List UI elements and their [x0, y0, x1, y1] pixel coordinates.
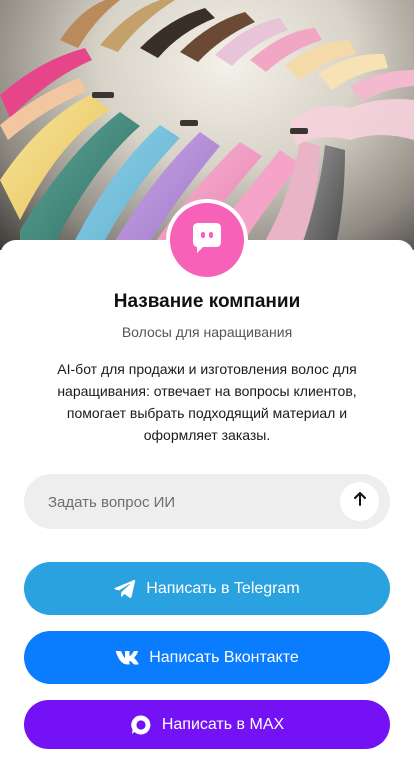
send-button[interactable] — [340, 482, 379, 521]
write-vk-button[interactable]: Написать Вконтакте — [24, 631, 390, 684]
ask-ai-input[interactable] — [48, 491, 328, 513]
write-telegram-button[interactable]: Написать в Telegram — [24, 562, 390, 615]
write-max-button[interactable]: Написать в MAX — [24, 700, 390, 749]
write-telegram-label: Написать в Telegram — [146, 579, 300, 597]
arrow-up-icon — [352, 491, 368, 512]
write-vk-label: Написать Вконтакте — [149, 648, 299, 666]
vk-icon — [115, 650, 139, 666]
write-max-label: Написать в MAX — [161, 715, 285, 733]
company-subtitle: Волосы для наращивания — [121, 324, 293, 340]
ask-ai-box — [24, 474, 390, 529]
telegram-icon — [114, 579, 136, 599]
company-name: Название компании — [113, 291, 301, 312]
avatar — [170, 203, 244, 277]
chat-bot-icon — [189, 220, 225, 261]
company-description: AI-бот для продажи и изготовления волос … — [57, 361, 357, 443]
max-icon — [130, 714, 152, 736]
